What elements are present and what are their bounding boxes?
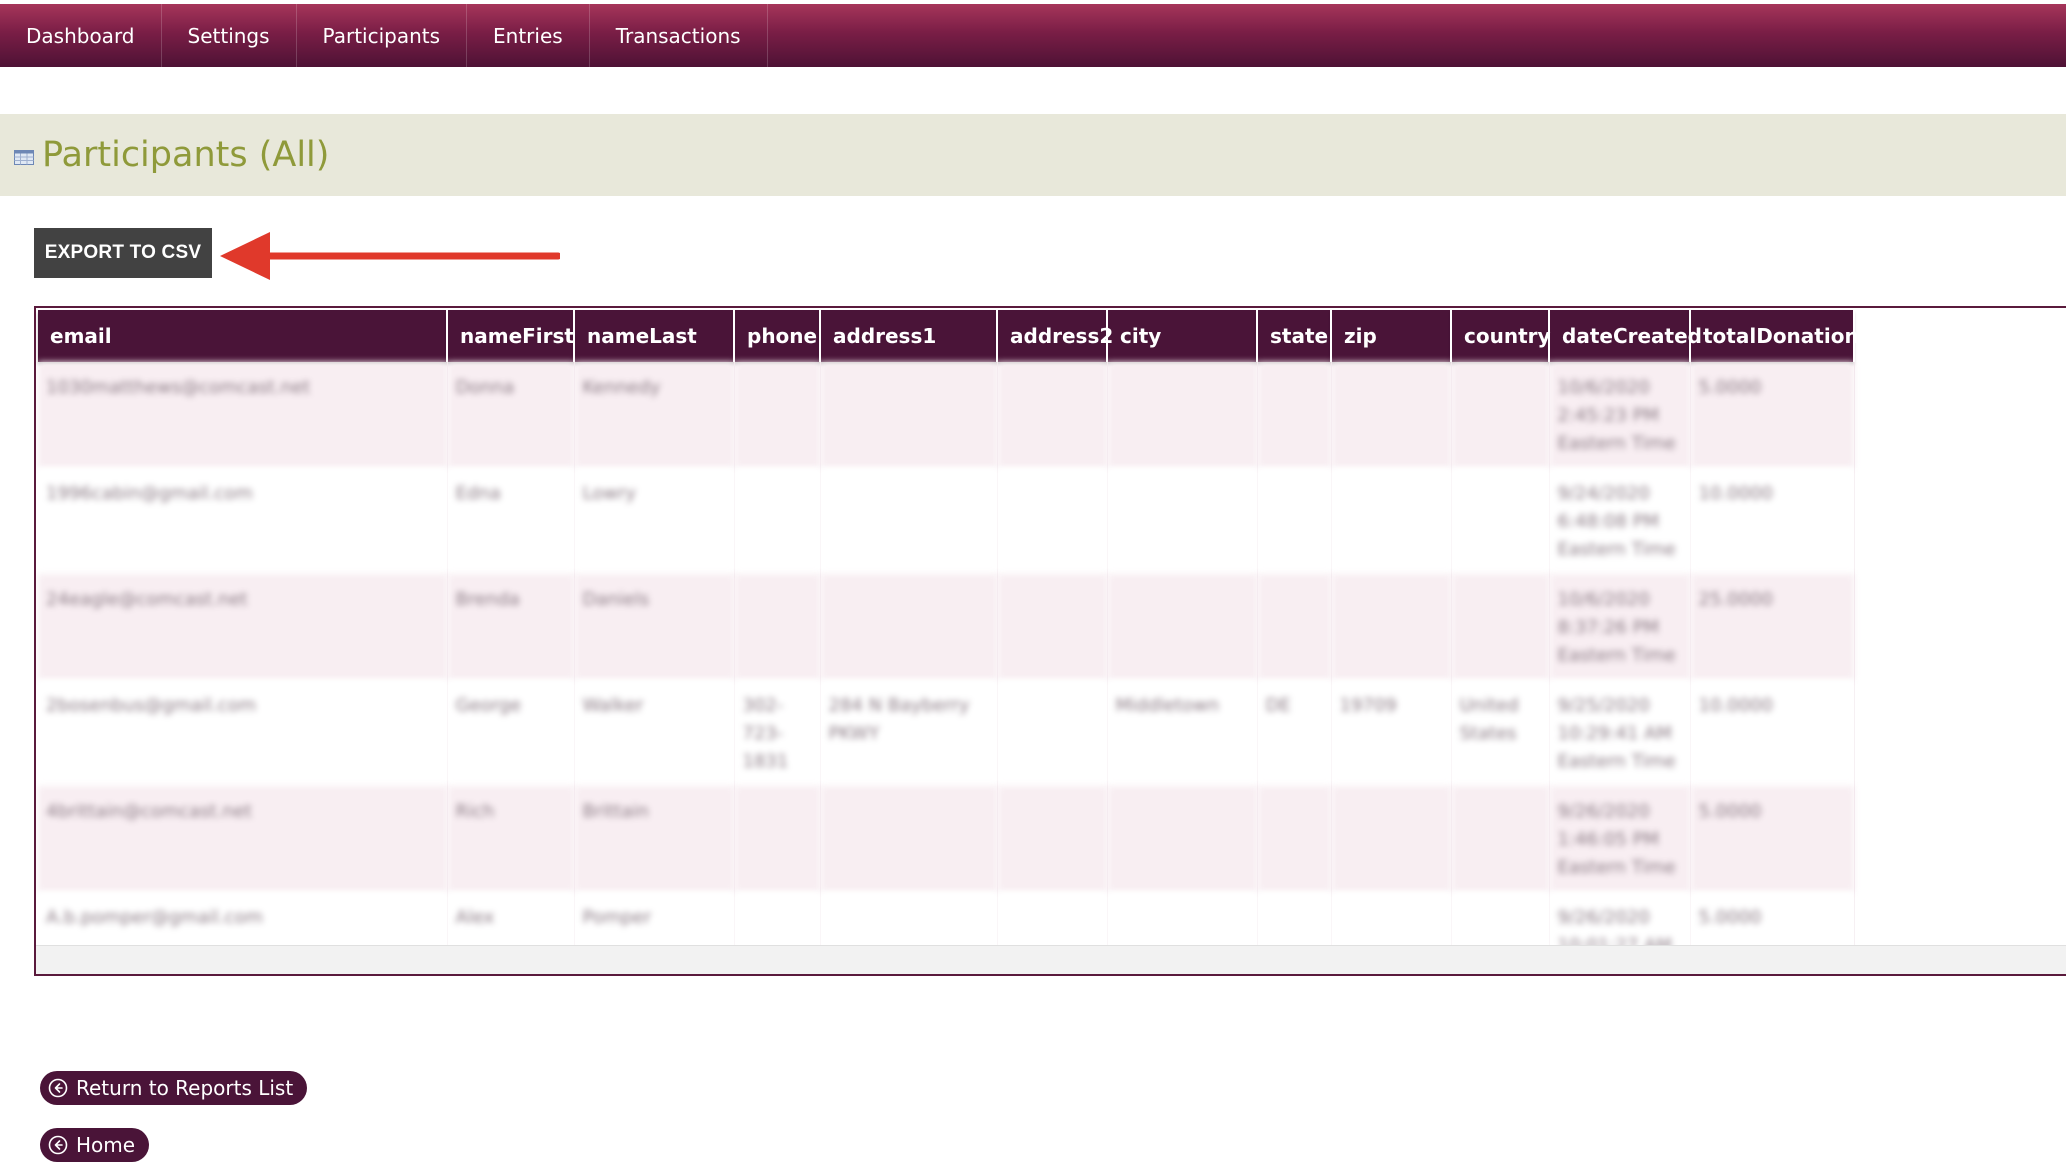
column-header-phone[interactable]: phone (734, 310, 821, 362)
cell-address1 (820, 362, 998, 468)
column-header-city[interactable]: city (1107, 310, 1258, 362)
table-row: 2bosenbus@gmail.com George Walker 302-72… (38, 680, 1855, 786)
cell-totaldonations: 10.0000 (1690, 680, 1855, 786)
circle-left-arrow-icon (48, 1078, 68, 1098)
cell-city (1107, 574, 1258, 680)
cell-namefirst: Rich (447, 786, 575, 892)
participants-table: email nameFirst nameLast phone address1 … (38, 310, 1871, 974)
cell-zip: 19709 (1331, 680, 1452, 786)
table-row: 4brittain@comcast.net Rich Brittain 9/26… (38, 786, 1855, 892)
cell-phone (734, 574, 821, 680)
horizontal-scrollbar[interactable] (36, 945, 2066, 974)
home-link-label: Home (76, 1133, 136, 1157)
top-nav: Dashboard Settings Participants Entries … (0, 4, 2066, 67)
column-header-state[interactable]: state (1257, 310, 1332, 362)
cell-phone (734, 786, 821, 892)
cell-country (1451, 786, 1550, 892)
column-header-datecreated[interactable]: dateCreated (1549, 310, 1702, 362)
cell-state: DE (1257, 680, 1332, 786)
cell-state (1257, 468, 1332, 574)
cell-state (1257, 362, 1332, 468)
nav-transactions[interactable]: Transactions (590, 4, 768, 67)
export-csv-button[interactable]: EXPORT TO CSV (34, 228, 212, 278)
cell-totaldonations: 25.0000 (1690, 574, 1855, 680)
cell-namefirst: Edna (447, 468, 575, 574)
nav-dashboard[interactable]: Dashboard (0, 4, 162, 67)
cell-address2 (997, 574, 1108, 680)
cell-address2 (997, 468, 1108, 574)
cell-datecreated: 9/24/2020 6:48:08 PM Eastern Time (1549, 468, 1691, 574)
cell-address1 (820, 468, 998, 574)
return-link-label: Return to Reports List (76, 1076, 294, 1100)
cell-namelast: Kennedy (574, 362, 735, 468)
cell-totaldonations: 5.0000 (1690, 362, 1855, 468)
cell-phone: 302-723-1831 (734, 680, 821, 786)
cell-totaldonations: 10.0000 (1690, 468, 1855, 574)
cell-email: 4brittain@comcast.net (38, 786, 448, 892)
cell-zip (1331, 362, 1452, 468)
cell-email: 1996cabin@gmail.com (38, 468, 448, 574)
column-header-address2[interactable]: address2 (997, 310, 1113, 362)
page-title: Participants (All) (42, 135, 330, 175)
cell-address1 (820, 574, 998, 680)
cell-city (1107, 786, 1258, 892)
home-link[interactable]: Home (40, 1128, 150, 1162)
cell-address1: 284 N Bayberry PKWY (820, 680, 998, 786)
cell-country (1451, 362, 1550, 468)
nav-participants[interactable]: Participants (297, 4, 468, 67)
cell-country: United States (1451, 680, 1550, 786)
table-row: 1030matthews@comcast.net Donna Kennedy 1… (38, 362, 1855, 468)
nav-entries[interactable]: Entries (467, 4, 590, 67)
column-header-totaldonations[interactable]: totalDonations (1690, 310, 1871, 362)
report-table-container: email nameFirst nameLast phone address1 … (34, 306, 2066, 976)
cell-state (1257, 574, 1332, 680)
cell-zip (1331, 786, 1452, 892)
cell-namelast: Daniels (574, 574, 735, 680)
cell-email: 24eagle@comcast.net (38, 574, 448, 680)
report-icon (14, 149, 34, 165)
cell-country (1451, 468, 1550, 574)
cell-datecreated: 9/26/2020 1:46:05 PM Eastern Time (1549, 786, 1691, 892)
cell-city (1107, 468, 1258, 574)
cell-city: Middletown (1107, 680, 1258, 786)
cell-namelast: Brittain (574, 786, 735, 892)
cell-namefirst: George (447, 680, 575, 786)
cell-phone (734, 468, 821, 574)
table-row: 24eagle@comcast.net Brenda Daniels 10/6/… (38, 574, 1855, 680)
cell-address1 (820, 786, 998, 892)
cell-totaldonations: 5.0000 (1690, 786, 1855, 892)
cell-namefirst: Donna (447, 362, 575, 468)
table-header-row: email nameFirst nameLast phone address1 … (38, 310, 1871, 362)
cell-datecreated: 10/6/2020 8:37:26 PM Eastern Time (1549, 574, 1691, 680)
column-header-namelast[interactable]: nameLast (574, 310, 735, 362)
column-header-email[interactable]: email (38, 310, 448, 362)
column-header-address1[interactable]: address1 (820, 310, 998, 362)
page-header: Participants (All) (0, 114, 2066, 196)
cell-namelast: Lowry (574, 468, 735, 574)
cell-zip (1331, 468, 1452, 574)
column-header-namefirst[interactable]: nameFirst (447, 310, 575, 362)
return-to-reports-link[interactable]: Return to Reports List (40, 1071, 308, 1105)
cell-address2 (997, 680, 1108, 786)
cell-state (1257, 786, 1332, 892)
cell-email: 1030matthews@comcast.net (38, 362, 448, 468)
cell-address2 (997, 786, 1108, 892)
cell-email: 2bosenbus@gmail.com (38, 680, 448, 786)
cell-country (1451, 574, 1550, 680)
nav-settings[interactable]: Settings (162, 4, 297, 67)
cell-namefirst: Brenda (447, 574, 575, 680)
cell-city (1107, 362, 1258, 468)
cell-datecreated: 9/25/2020 10:29:41 AM Eastern Time (1549, 680, 1691, 786)
callout-arrow-icon (220, 232, 560, 280)
cell-zip (1331, 574, 1452, 680)
cell-datecreated: 10/6/2020 2:45:23 PM Eastern Time (1549, 362, 1691, 468)
cell-namelast: Walker (574, 680, 735, 786)
column-header-country[interactable]: country (1451, 310, 1551, 362)
cell-phone (734, 362, 821, 468)
circle-left-arrow-icon (48, 1135, 68, 1155)
cell-address2 (997, 362, 1108, 468)
table-row: 1996cabin@gmail.com Edna Lowry 9/24/2020… (38, 468, 1855, 574)
column-header-zip[interactable]: zip (1331, 310, 1452, 362)
